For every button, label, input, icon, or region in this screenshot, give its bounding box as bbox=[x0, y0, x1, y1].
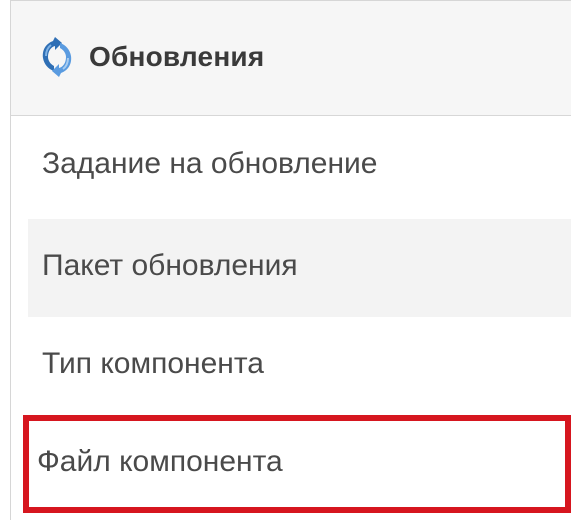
panel-header: Обновления bbox=[11, 1, 571, 116]
menu-item-update-package[interactable]: Пакет обновления bbox=[28, 219, 571, 317]
menu-item-label: Пакет обновления bbox=[42, 249, 298, 282]
refresh-icon bbox=[39, 37, 75, 77]
menu-item-label: Задание на обновление bbox=[42, 147, 378, 180]
menu-item-component-type[interactable]: Тип компонента bbox=[28, 317, 571, 415]
menu-item-label: Файл компонента bbox=[37, 445, 283, 478]
menu-item-component-file[interactable]: Файл компонента bbox=[23, 415, 571, 513]
menu-item-label: Тип компонента bbox=[42, 347, 264, 380]
panel-title: Обновления bbox=[89, 41, 265, 72]
updates-panel: Обновления Задание на обновление Пакет о… bbox=[10, 0, 571, 520]
menu-item-update-task[interactable]: Задание на обновление bbox=[28, 117, 571, 215]
